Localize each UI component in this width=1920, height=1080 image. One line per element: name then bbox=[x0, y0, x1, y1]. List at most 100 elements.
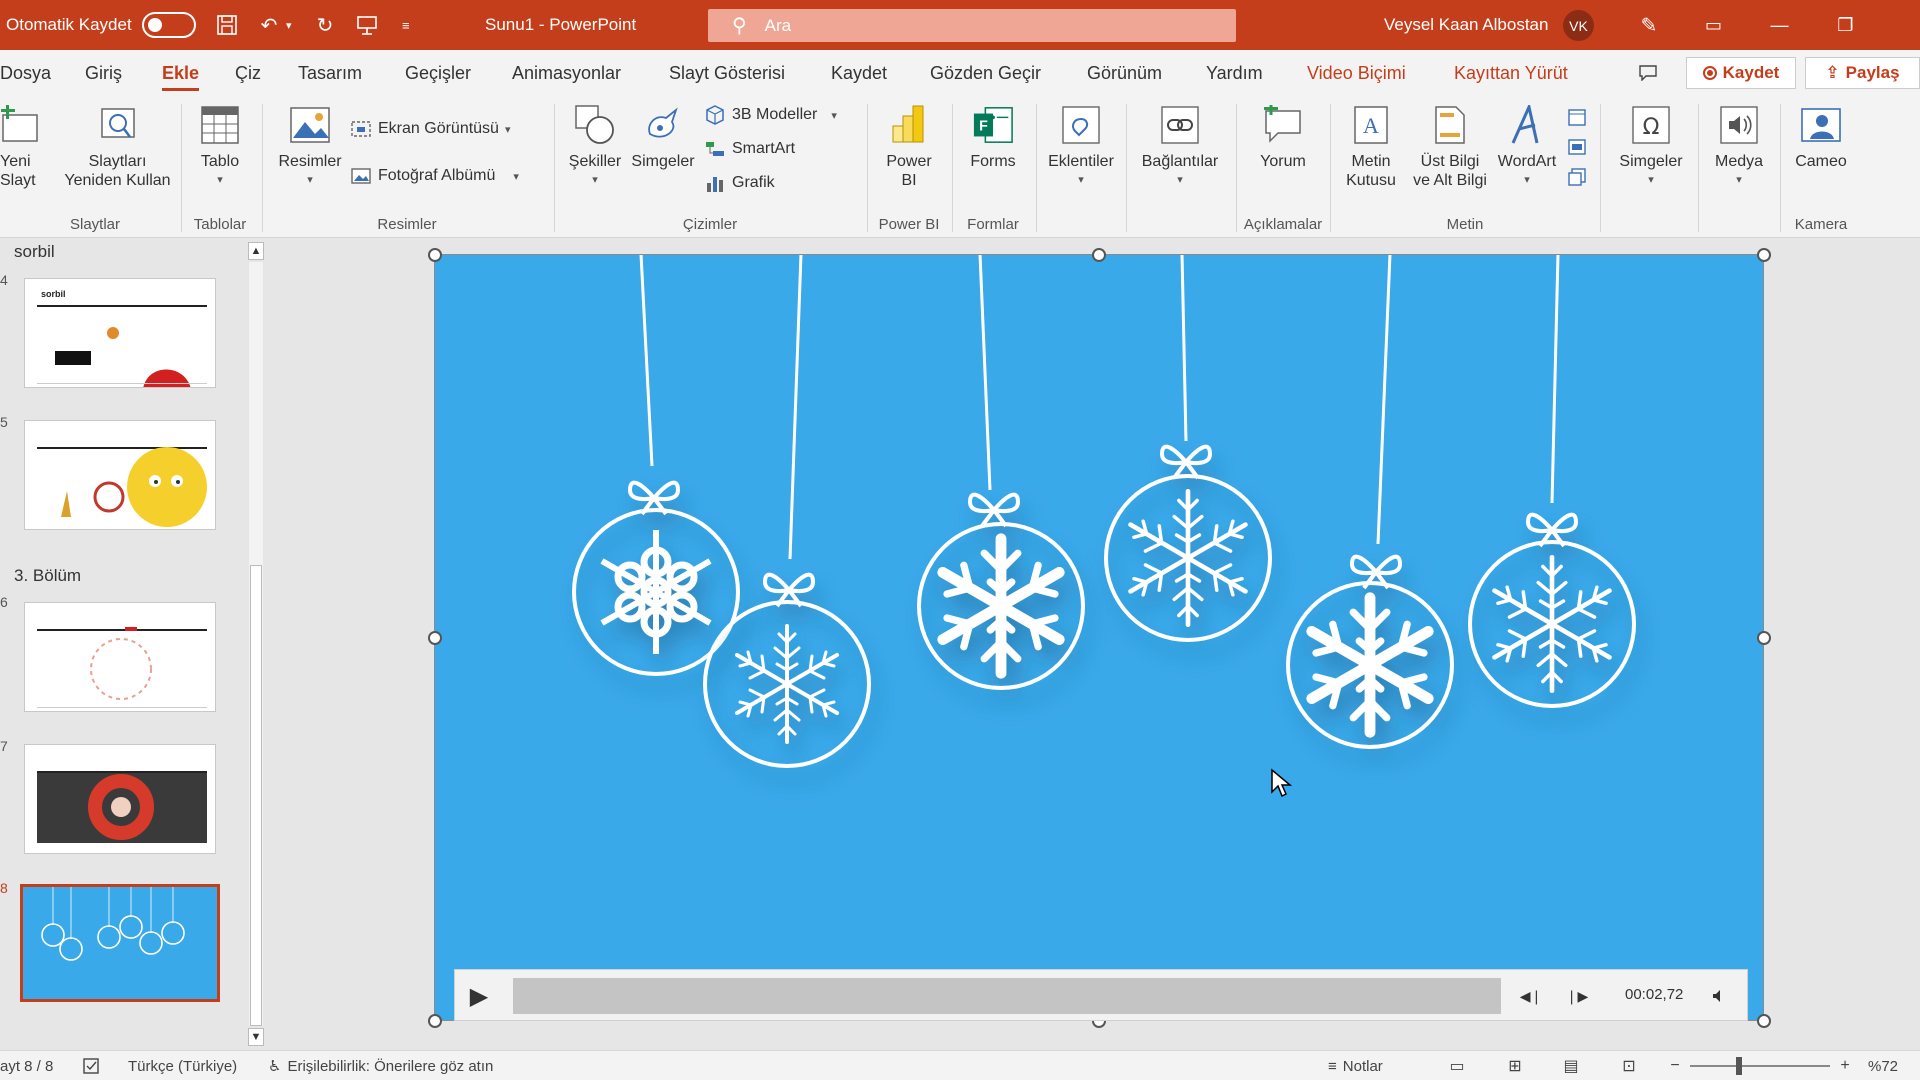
restore-icon[interactable]: ❐ bbox=[1818, 0, 1873, 50]
links-button[interactable]: Bağlantılar ▾ bbox=[1132, 104, 1228, 190]
tab-gecisler[interactable]: Geçişler bbox=[405, 50, 471, 96]
search-box[interactable]: ⚲ Ara bbox=[708, 9, 1236, 42]
object-button[interactable] bbox=[1566, 166, 1594, 188]
resize-handle-r[interactable] bbox=[1757, 631, 1771, 645]
header-footer-button[interactable]: Üst Bilgi ve Alt Bilgi bbox=[1408, 104, 1492, 190]
autosave-toggle[interactable] bbox=[142, 12, 196, 38]
section-sorbil[interactable]: sorbil bbox=[14, 242, 55, 262]
zoom-slider[interactable] bbox=[1690, 1065, 1830, 1067]
scroll-down-icon[interactable]: ▼ bbox=[248, 1028, 264, 1046]
volume-icon[interactable] bbox=[1707, 984, 1731, 1008]
chevron-down-icon: ▾ bbox=[217, 174, 223, 186]
pen-icon[interactable]: ✎ bbox=[1636, 12, 1662, 38]
3d-models-button[interactable]: 3B Modeller ▾ bbox=[704, 104, 837, 126]
zoom-out-icon[interactable]: − bbox=[1664, 1056, 1686, 1076]
symbols-button[interactable]: Ω Simgeler ▾ bbox=[1608, 104, 1694, 190]
wordart-button[interactable]: WordArt ▾ bbox=[1492, 104, 1562, 190]
pictures-button[interactable]: Resimler ▾ bbox=[272, 104, 348, 190]
zoom-slider-thumb[interactable] bbox=[1736, 1057, 1742, 1075]
resize-handle-bl[interactable] bbox=[428, 1014, 442, 1028]
screenshot-icon bbox=[350, 118, 372, 140]
forward-icon[interactable]: ❘▶ bbox=[1565, 984, 1589, 1008]
textbox-button[interactable]: A Metin Kutusu bbox=[1336, 104, 1406, 190]
play-icon[interactable]: ▶ bbox=[465, 982, 493, 1010]
section-3-bolum[interactable]: 3. Bölüm bbox=[14, 566, 81, 586]
slide-thumbnail-4[interactable]: sorbil bbox=[24, 278, 216, 388]
slide-number: 8 bbox=[0, 880, 8, 896]
media-button[interactable]: Medya ▾ bbox=[1706, 104, 1772, 190]
shapes-button[interactable]: Şekiller ▾ bbox=[562, 104, 628, 190]
tab-dosya[interactable]: Dosya bbox=[0, 50, 51, 96]
user-name[interactable]: Veysel Kaan Albostan bbox=[1384, 0, 1548, 50]
zoom-level[interactable]: %72 bbox=[1868, 1051, 1898, 1080]
link-icon bbox=[1159, 104, 1201, 146]
ribbon-display-icon[interactable]: ▭ bbox=[1686, 0, 1741, 50]
forms-button[interactable]: F Forms bbox=[960, 104, 1026, 171]
smartart-button[interactable]: SmartArt bbox=[704, 138, 795, 160]
power-bi-button[interactable]: Power BI bbox=[876, 104, 942, 190]
scroll-thumb[interactable] bbox=[250, 565, 262, 1026]
tab-video-bicimi[interactable]: Video Biçimi bbox=[1307, 50, 1406, 96]
table-button[interactable]: Tablo ▾ bbox=[190, 104, 250, 190]
photo-album-label: Fotoğraf Albümü bbox=[378, 167, 496, 184]
spellcheck-icon[interactable] bbox=[82, 1051, 102, 1080]
resize-handle-tr[interactable] bbox=[1757, 248, 1771, 262]
notes-button[interactable]: ≡ Notlar bbox=[1328, 1051, 1383, 1080]
slide-number-button[interactable] bbox=[1566, 136, 1594, 158]
resize-handle-br[interactable] bbox=[1757, 1014, 1771, 1028]
undo-dropdown-icon[interactable]: ▾ bbox=[286, 0, 292, 50]
tab-tasarim[interactable]: Tasarım bbox=[298, 50, 362, 96]
redo-icon[interactable]: ↻ bbox=[312, 12, 338, 38]
photo-album-button[interactable]: Fotoğraf Albümü ▾ bbox=[350, 165, 519, 187]
pictures-label: Resimler bbox=[278, 153, 342, 170]
comments-icon[interactable] bbox=[1630, 58, 1666, 88]
accessibility-status[interactable]: ♿ Erişilebilirlik: Önerilere göz atın bbox=[268, 1051, 493, 1080]
slide-thumbnail-6[interactable] bbox=[24, 602, 216, 712]
back-icon[interactable]: ◀❘ bbox=[1519, 984, 1543, 1008]
tab-ekle[interactable]: Ekle bbox=[162, 50, 200, 96]
slide-thumbnail-5[interactable] bbox=[24, 420, 216, 530]
panel-scrollbar[interactable]: ▲ ▼ bbox=[246, 238, 266, 1050]
comment-button[interactable]: Yorum bbox=[1250, 104, 1316, 171]
language-status[interactable]: Türkçe (Türkiye) bbox=[128, 1051, 237, 1080]
minimize-icon[interactable]: — bbox=[1752, 0, 1807, 50]
tab-kayittan-yurut[interactable]: Kayıttan Yürüt bbox=[1454, 50, 1568, 96]
resize-handle-tl[interactable] bbox=[428, 248, 442, 262]
normal-view-icon[interactable]: ▭ bbox=[1446, 1056, 1468, 1076]
slide-sorter-icon[interactable]: ⊞ bbox=[1504, 1056, 1526, 1076]
present-icon[interactable] bbox=[354, 12, 380, 38]
new-slide-button[interactable]: Yeni Slayt bbox=[0, 104, 40, 190]
slide-thumbnail-8[interactable] bbox=[20, 884, 220, 1002]
tab-ciz[interactable]: Çiz bbox=[235, 50, 261, 96]
timeline-bar[interactable] bbox=[513, 978, 1501, 1014]
date-time-button[interactable] bbox=[1566, 106, 1594, 128]
tab-animasyonlar[interactable]: Animasyonlar bbox=[512, 50, 621, 96]
resize-handle-t[interactable] bbox=[1092, 248, 1106, 262]
cameo-button[interactable]: Cameo bbox=[1788, 104, 1854, 171]
icons-button[interactable]: Simgeler bbox=[626, 104, 700, 171]
zoom-in-icon[interactable]: + bbox=[1834, 1056, 1856, 1076]
slideshow-view-icon[interactable]: ⊡ bbox=[1618, 1056, 1640, 1076]
save-icon[interactable] bbox=[214, 12, 240, 38]
chart-button[interactable]: Grafik bbox=[704, 172, 775, 194]
scroll-up-icon[interactable]: ▲ bbox=[248, 242, 264, 260]
undo-icon[interactable]: ↶ bbox=[256, 12, 282, 38]
tab-yardim[interactable]: Yardım bbox=[1206, 50, 1263, 96]
avatar[interactable]: VK bbox=[1563, 10, 1594, 41]
customize-qat-icon[interactable]: ≡ bbox=[402, 0, 410, 50]
tab-kaydet[interactable]: Kaydet bbox=[831, 50, 887, 96]
tab-gozden-gecir[interactable]: Gözden Geçir bbox=[930, 50, 1041, 96]
screenshot-button[interactable]: Ekran Görüntüsü ▾ bbox=[350, 118, 510, 140]
reuse-slides-button[interactable]: Slaytları Yeniden Kullan bbox=[60, 104, 175, 190]
time-label: 00:02,72 bbox=[1625, 986, 1684, 1003]
tab-giris[interactable]: Giriş bbox=[85, 50, 122, 96]
tab-slayt-gosterisi[interactable]: Slayt Gösterisi bbox=[669, 50, 785, 96]
group-label-tablolar: Tablolar bbox=[193, 216, 247, 233]
reading-view-icon[interactable]: ▤ bbox=[1560, 1056, 1582, 1076]
tab-gorunum[interactable]: Görünüm bbox=[1087, 50, 1162, 96]
resize-handle-l[interactable] bbox=[428, 631, 442, 645]
record-button[interactable]: Kaydet bbox=[1686, 57, 1796, 89]
share-button[interactable]: ⇪ Paylaş bbox=[1805, 57, 1920, 89]
slide-thumbnail-7[interactable] bbox=[24, 744, 216, 854]
addins-button[interactable]: Eklentiler ▾ bbox=[1042, 104, 1120, 190]
